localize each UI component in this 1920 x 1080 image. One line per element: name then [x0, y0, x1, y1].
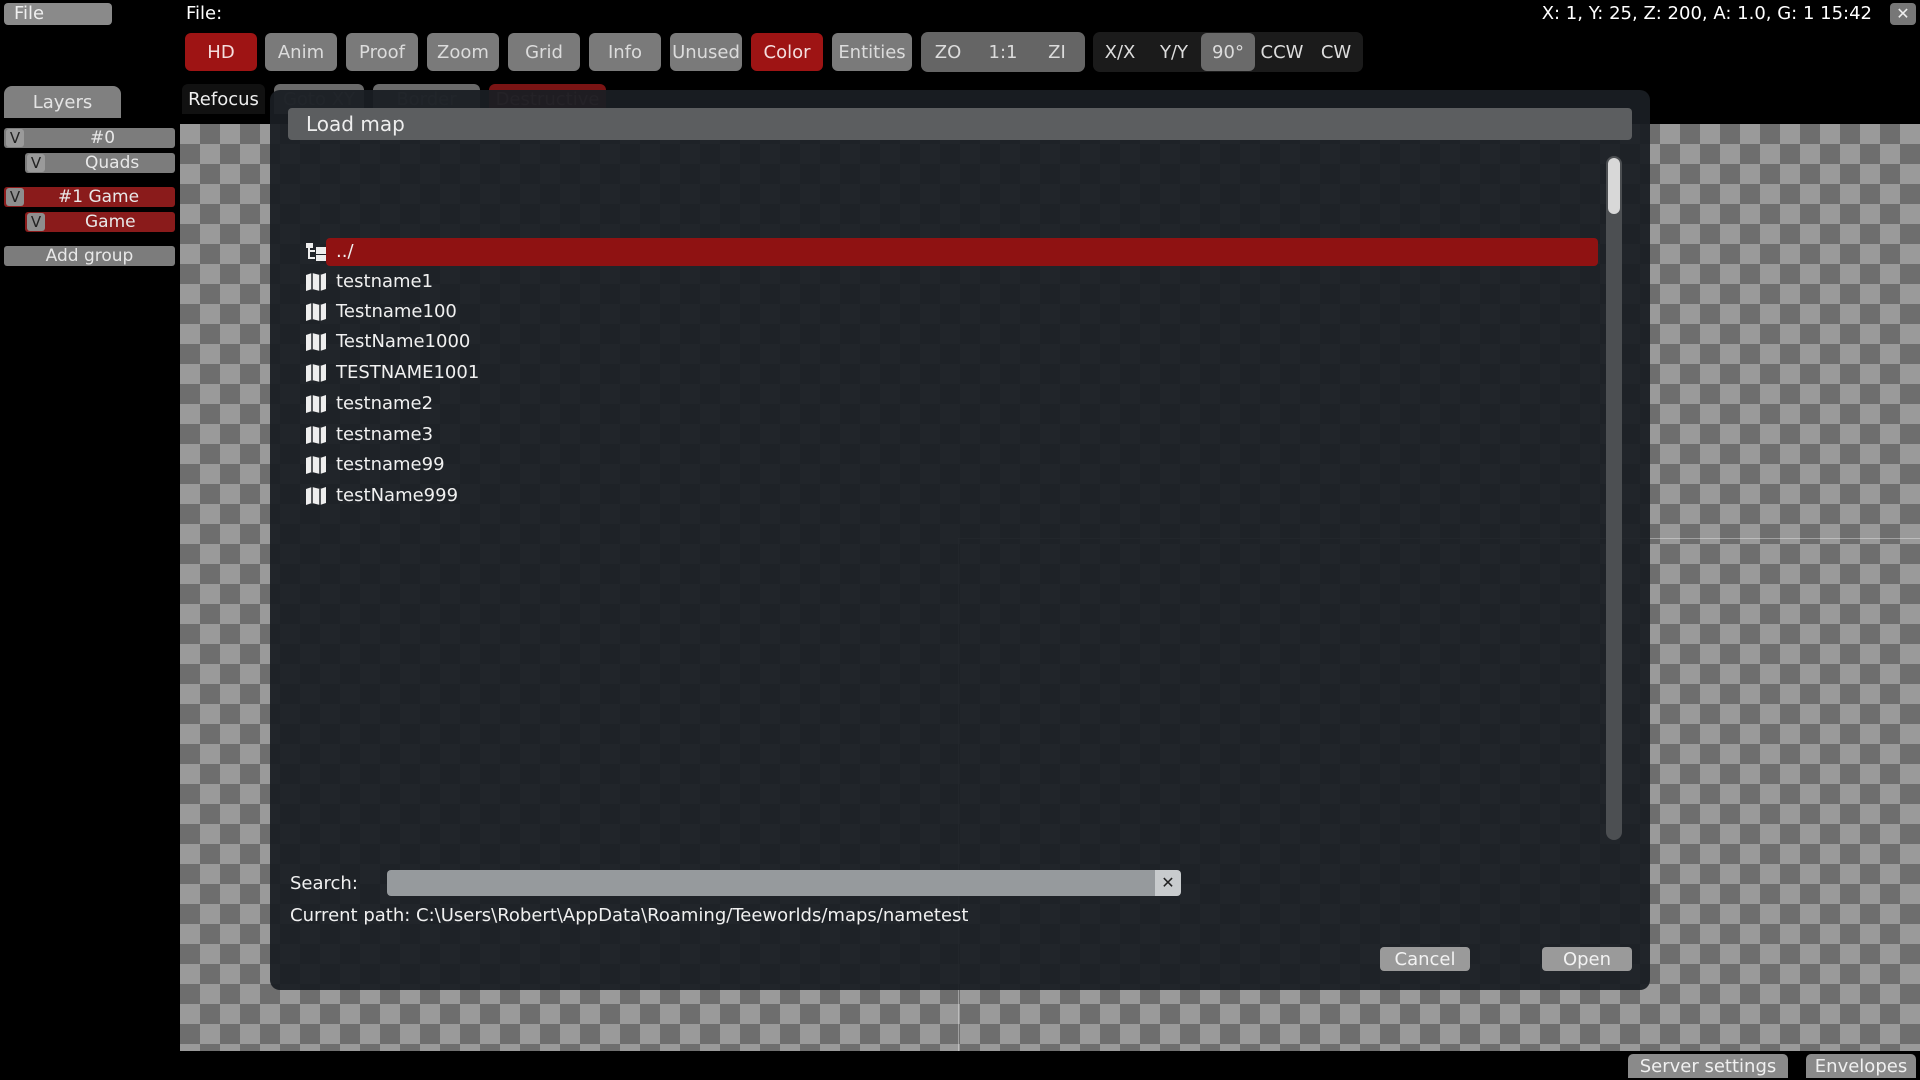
- file-row[interactable]: testname2: [288, 390, 1618, 418]
- layer-label: Game: [85, 212, 136, 232]
- anim-button[interactable]: Anim: [265, 33, 337, 71]
- file-menu-button[interactable]: File: [4, 3, 112, 25]
- file-name: testname99: [336, 454, 445, 475]
- load-map-dialog: Load map ../ testname1 Testname100 TestN…: [270, 90, 1650, 990]
- map-icon: [306, 426, 326, 444]
- layer-group-1[interactable]: V #1 Game: [4, 187, 175, 207]
- search-label: Search:: [290, 873, 358, 894]
- file-label: File:: [186, 3, 223, 24]
- hd-button[interactable]: HD: [185, 33, 257, 71]
- status-readout: X: 1, Y: 25, Z: 200, A: 1.0, G: 1 15:42: [1541, 3, 1872, 24]
- layers-tab[interactable]: Layers: [4, 86, 121, 118]
- rotate-cw-button[interactable]: CW: [1309, 33, 1363, 71]
- flip-y-button[interactable]: Y/Y: [1147, 33, 1201, 71]
- file-name: TESTNAME1001: [336, 362, 480, 383]
- file-row[interactable]: TestName1000: [288, 328, 1618, 356]
- file-row-parent[interactable]: ../: [288, 238, 1618, 266]
- close-icon[interactable]: ✕: [1890, 3, 1916, 25]
- map-icon: [306, 364, 326, 382]
- file-row[interactable]: TESTNAME1001: [288, 359, 1618, 387]
- file-name: testName999: [336, 485, 459, 506]
- file-name: ../: [336, 241, 354, 262]
- file-row[interactable]: testname3: [288, 421, 1618, 449]
- zoom-reset-button[interactable]: 1:1: [976, 33, 1030, 71]
- open-button[interactable]: Open: [1542, 947, 1632, 971]
- zoom-button[interactable]: Zoom: [427, 33, 499, 71]
- file-name: testname3: [336, 424, 434, 445]
- rotate-ccw-button[interactable]: CCW: [1255, 33, 1309, 71]
- layer-label: Quads: [85, 153, 140, 173]
- map-icon: [306, 273, 326, 291]
- add-group-button[interactable]: Add group: [4, 246, 175, 266]
- dialog-title: Load map: [288, 108, 1632, 140]
- layer-group-0[interactable]: V #0: [4, 128, 175, 148]
- zoom-in-button[interactable]: ZI: [1030, 33, 1084, 71]
- add-group-label: Add group: [45, 246, 134, 266]
- file-row[interactable]: testname1: [288, 268, 1618, 296]
- file-name: Testname100: [336, 301, 457, 322]
- map-icon: [306, 333, 326, 351]
- grid-button[interactable]: Grid: [508, 33, 580, 71]
- folder-tree-icon: [306, 243, 326, 261]
- file-row[interactable]: Testname100: [288, 298, 1618, 326]
- file-list-scrollbar[interactable]: [1606, 156, 1622, 840]
- clear-search-icon[interactable]: ✕: [1155, 870, 1181, 896]
- map-icon: [306, 395, 326, 413]
- layer-group-label: #1 Game: [58, 187, 140, 207]
- search-input[interactable]: [387, 870, 1171, 896]
- map-icon: [306, 456, 326, 474]
- current-path: Current path: C:\Users\Robert\AppData\Ro…: [290, 905, 969, 926]
- color-button[interactable]: Color: [751, 33, 823, 71]
- file-row[interactable]: testName999: [288, 482, 1618, 510]
- zoom-out-button[interactable]: ZO: [921, 33, 975, 71]
- file-row[interactable]: testname99: [288, 451, 1618, 479]
- file-name: testname2: [336, 393, 434, 414]
- proof-button[interactable]: Proof: [346, 33, 418, 71]
- visibility-toggle[interactable]: V: [27, 213, 45, 231]
- flip-x-button[interactable]: X/X: [1093, 33, 1147, 71]
- selection-highlight: [326, 238, 1598, 266]
- visibility-toggle[interactable]: V: [6, 129, 24, 147]
- visibility-toggle[interactable]: V: [27, 154, 45, 172]
- map-icon: [306, 487, 326, 505]
- layer-group-label: #0: [90, 128, 116, 148]
- visibility-toggle[interactable]: V: [6, 188, 24, 206]
- server-settings-button[interactable]: Server settings: [1628, 1054, 1788, 1078]
- layer-quads[interactable]: V Quads: [25, 153, 175, 173]
- envelopes-button[interactable]: Envelopes: [1806, 1054, 1916, 1078]
- map-icon: [306, 303, 326, 321]
- file-list[interactable]: ../ testname1 Testname100 TestName1000 T…: [288, 148, 1618, 768]
- cancel-button[interactable]: Cancel: [1380, 947, 1470, 971]
- unused-button[interactable]: Unused: [670, 33, 742, 71]
- layer-game[interactable]: V Game: [25, 212, 175, 232]
- rotate-angle-button[interactable]: 90°: [1201, 33, 1255, 71]
- entities-button[interactable]: Entities: [832, 33, 912, 71]
- file-name: testname1: [336, 271, 434, 292]
- info-button[interactable]: Info: [589, 33, 661, 71]
- file-name: TestName1000: [336, 331, 471, 352]
- refocus-button[interactable]: Refocus: [182, 84, 265, 114]
- scrollbar-thumb[interactable]: [1608, 158, 1620, 214]
